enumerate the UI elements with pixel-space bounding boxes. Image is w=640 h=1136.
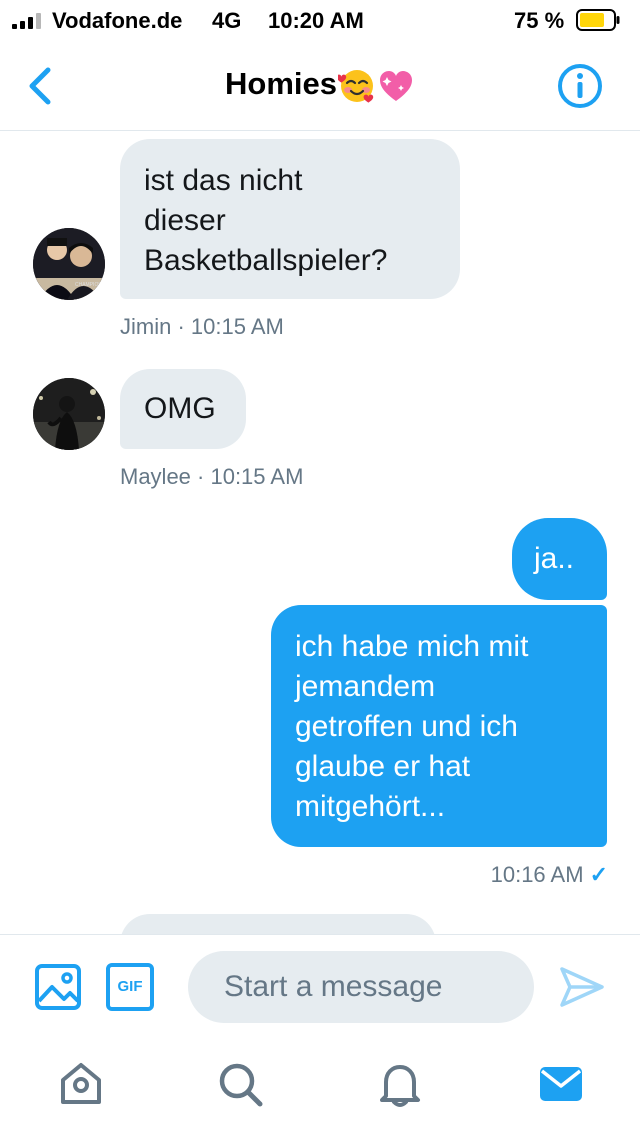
message-bubble-incoming[interactable]: ist das nicht dieser Basketballspieler? bbox=[120, 139, 460, 299]
gif-label: GIF bbox=[117, 978, 143, 995]
message-bubble-outgoing[interactable]: ich habe mich mit jemandem getroffen und… bbox=[271, 605, 607, 847]
message-input[interactable] bbox=[188, 951, 534, 1023]
avatar-jimin[interactable]: CHAMPION bbox=[33, 228, 105, 300]
message-bubble-incoming[interactable]: OMG bbox=[120, 369, 246, 449]
sparkling-heart-icon bbox=[379, 70, 412, 101]
svg-text:CHAMPION: CHAMPION bbox=[75, 282, 102, 288]
avatar-photo-icon: CHAMPION bbox=[33, 228, 105, 300]
network-type: 4G bbox=[212, 8, 242, 33]
notifications-icon[interactable] bbox=[376, 1060, 424, 1108]
carrier-name: Vodafone.de bbox=[52, 8, 183, 33]
info-icon[interactable] bbox=[556, 62, 604, 110]
messages-icon[interactable] bbox=[537, 1060, 585, 1108]
battery-percentage: 75 % bbox=[514, 8, 565, 33]
home-icon[interactable] bbox=[57, 1060, 105, 1108]
read-check-icon: ✓ bbox=[589, 862, 608, 887]
message-bubble-partial[interactable] bbox=[120, 914, 436, 934]
tab-bar bbox=[0, 1038, 640, 1136]
battery-icon bbox=[576, 9, 620, 31]
smiling-face-with-hearts-icon bbox=[337, 69, 374, 103]
message-meta: Jimin · 10:15 AM bbox=[120, 314, 284, 339]
compose-bar: GIF bbox=[0, 934, 640, 1039]
message-meta: 10:16 AM ✓ bbox=[491, 862, 608, 888]
avatar-maylee[interactable] bbox=[33, 378, 105, 450]
status-bar: Vodafone.de 4G 10:20 AM 75 % bbox=[0, 0, 640, 42]
message-timestamp: 10:16 AM bbox=[490, 862, 584, 887]
message-text: ich habe mich mit jemandem getroffen und… bbox=[295, 630, 529, 823]
conversation-header: Homies bbox=[0, 42, 640, 131]
send-icon[interactable] bbox=[558, 963, 606, 1011]
search-icon[interactable] bbox=[216, 1060, 264, 1108]
signal-strength-icon bbox=[12, 13, 41, 29]
message-text: ja.. bbox=[534, 542, 575, 575]
gif-button[interactable]: GIF bbox=[106, 963, 154, 1011]
message-text: OMG bbox=[144, 392, 216, 425]
message-bubble-outgoing[interactable]: ja.. bbox=[512, 518, 607, 600]
message-meta: Maylee · 10:15 AM bbox=[120, 464, 304, 489]
group-name: Homies bbox=[225, 66, 337, 101]
conversation-title[interactable]: Homies bbox=[0, 66, 640, 105]
avatar-photo-icon bbox=[33, 378, 105, 450]
message-text: ist das nicht dieser Basketballspieler? bbox=[144, 164, 388, 277]
image-icon[interactable] bbox=[34, 963, 82, 1011]
clock: 10:20 AM bbox=[268, 8, 364, 33]
